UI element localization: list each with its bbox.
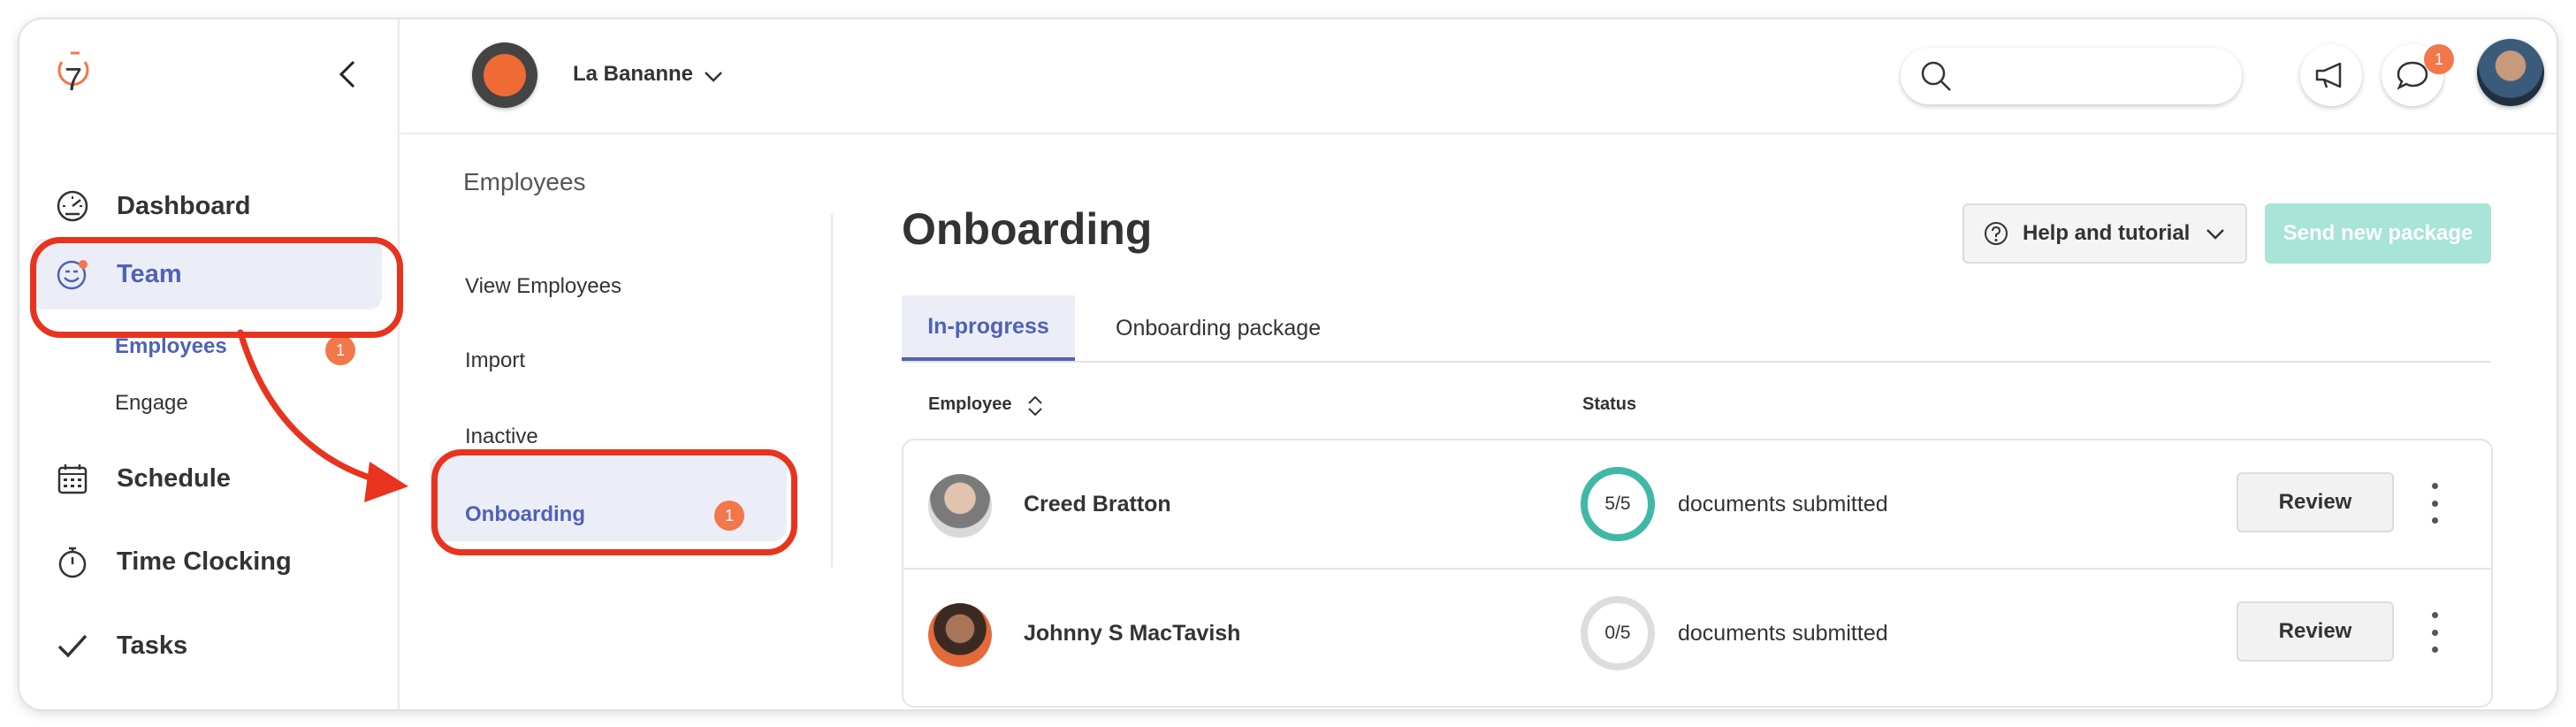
- annotation-arrow: [237, 329, 408, 502]
